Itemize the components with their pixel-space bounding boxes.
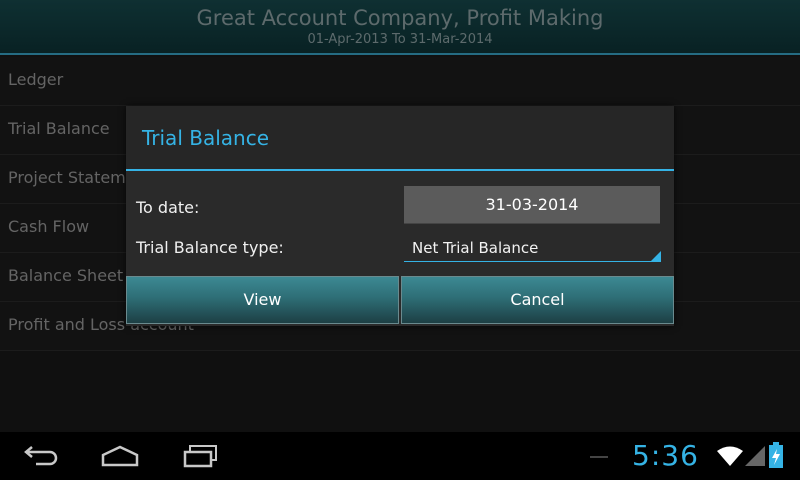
dropdown-corner-icon <box>651 251 661 261</box>
wifi-icon <box>717 446 743 466</box>
trial-balance-type-select[interactable]: Net Trial Balance <box>404 232 661 262</box>
dialog-title: Trial Balance <box>126 106 674 171</box>
recent-apps-icon[interactable] <box>182 444 220 468</box>
signal-icon <box>745 446 765 466</box>
notification-dash <box>590 456 608 458</box>
view-button[interactable]: View <box>126 276 399 324</box>
to-date-label: To date: <box>136 198 200 217</box>
system-navigation-bar: 5:36 <box>0 432 800 480</box>
trial-balance-type-label: Trial Balance type: <box>136 238 284 257</box>
cancel-button[interactable]: Cancel <box>401 276 674 324</box>
back-icon[interactable] <box>22 444 60 468</box>
battery-charging-icon <box>769 442 783 468</box>
clock: 5:36 <box>632 439 699 472</box>
trial-balance-type-value: Net Trial Balance <box>412 239 539 257</box>
to-date-field[interactable]: 31-03-2014 <box>404 186 660 224</box>
home-icon[interactable] <box>100 444 140 468</box>
trial-balance-dialog: Trial Balance To date: 31-03-2014 Trial … <box>126 106 674 326</box>
